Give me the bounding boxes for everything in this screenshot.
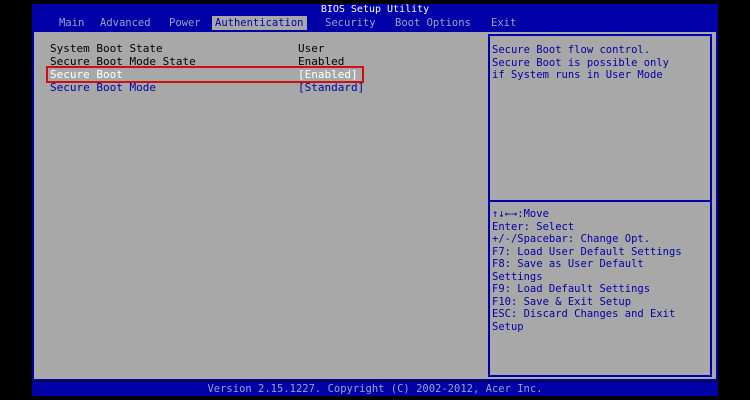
key-hint: Settings	[492, 270, 543, 283]
help-text: Secure Boot flow control. Secure Boot is…	[492, 44, 706, 82]
version-footer: Version 2.15.1227. Copyright (C) 2002-20…	[32, 382, 718, 396]
tab-main[interactable]: Main	[56, 16, 87, 30]
tab-exit[interactable]: Exit	[488, 16, 519, 30]
setting-value: Enabled	[298, 55, 345, 68]
setting-label: Secure Boot	[50, 68, 123, 81]
setting-value[interactable]: [Standard]	[298, 81, 364, 94]
setting-label: System Boot State	[50, 42, 163, 55]
help-line: Secure Boot flow control.	[492, 44, 651, 56]
key-hint: ↑↓←→:Move	[492, 208, 549, 220]
settings-panel: System Boot State User Secure Boot Mode …	[34, 32, 486, 379]
setting-value[interactable]: [Enabled]	[298, 68, 358, 81]
help-panel: Secure Boot flow control. Secure Boot is…	[488, 34, 712, 377]
tab-security[interactable]: Security	[322, 16, 379, 30]
help-line: Secure Boot is possible only	[492, 56, 670, 69]
tab-boot-options[interactable]: Boot Options	[392, 16, 474, 30]
help-line: if System runs in User Mode	[492, 69, 663, 81]
setting-label: Secure Boot Mode State	[50, 55, 196, 68]
key-hint: F7: Load User Default Settings	[492, 245, 682, 258]
help-divider	[490, 200, 710, 202]
window-title: BIOS Setup Utility	[32, 4, 718, 16]
tab-advanced[interactable]: Advanced	[97, 16, 154, 30]
tab-power[interactable]: Power	[166, 16, 204, 30]
key-hint: F10: Save & Exit Setup	[492, 295, 632, 308]
key-hint: F8: Save as User Default	[492, 258, 644, 270]
menu-bar: Main Advanced Power Authentication Secur…	[32, 16, 718, 30]
key-legend: ↑↓←→:Move Enter: Select +/-/Spacebar: Ch…	[492, 208, 710, 333]
setting-secure-boot[interactable]: Secure Boot [Enabled]	[46, 66, 364, 83]
key-hint: Enter: Select	[492, 220, 575, 233]
setting-value: User	[298, 42, 325, 55]
tab-authentication[interactable]: Authentication	[212, 16, 307, 30]
key-hint: Setup	[492, 320, 524, 333]
key-hint: +/-/Spacebar: Change Opt.	[492, 233, 651, 245]
key-hint: ESC: Discard Changes and Exit	[492, 308, 676, 320]
key-hint: F9: Load Default Settings	[492, 283, 651, 295]
main-content: System Boot State User Secure Boot Mode …	[32, 30, 718, 381]
setting-label: Secure Boot Mode	[50, 81, 156, 94]
